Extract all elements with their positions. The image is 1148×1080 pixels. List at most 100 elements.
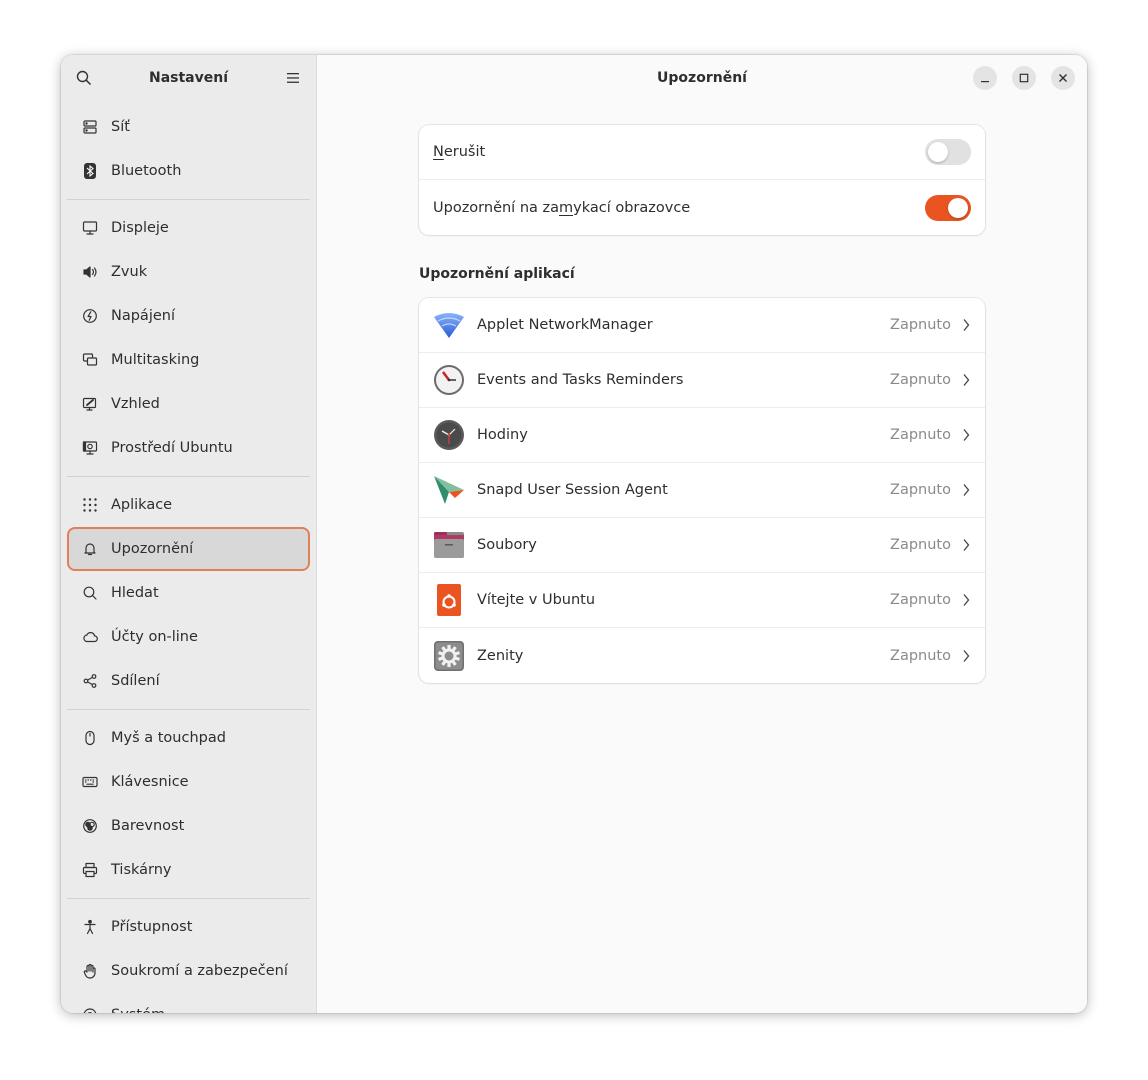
sidebar-item-label: Hledat [111, 585, 159, 601]
app-name: Soubory [477, 537, 537, 553]
app-status: Zapnuto [890, 317, 951, 333]
ubuntu-desktop-icon [82, 440, 98, 456]
network-icon [82, 119, 98, 135]
printer-icon [82, 862, 98, 878]
sidebar-separator [67, 199, 310, 200]
sidebar-item-label: Tiskárny [111, 862, 172, 878]
sidebar-item-cloud[interactable]: Účty on-line [67, 615, 310, 659]
hamburger-menu-icon[interactable] [284, 69, 302, 87]
app-name: Vítejte v Ubuntu [477, 592, 596, 608]
sidebar-item-label: Sdílení [111, 673, 160, 689]
sidebar-item-display[interactable]: Displeje [67, 206, 310, 250]
bluetooth-icon [82, 163, 98, 179]
chevron-right-icon [961, 428, 971, 442]
keyboard-icon [82, 774, 98, 790]
hand-icon [82, 963, 98, 979]
dnd-row[interactable]: Nerušit [419, 125, 985, 180]
speaker-icon [82, 264, 98, 280]
zenity-gear-icon [433, 640, 465, 672]
sidebar-item-speaker[interactable]: Zvuk [67, 250, 310, 294]
app-name: Applet NetworkManager [477, 317, 653, 333]
appearance-icon [82, 396, 98, 412]
share-icon [82, 673, 98, 689]
sidebar-separator [67, 476, 310, 477]
sidebar-item-multitasking[interactable]: Multitasking [67, 338, 310, 382]
sidebar-separator [67, 709, 310, 710]
snapd-icon [433, 474, 465, 506]
app-notification-row[interactable]: Events and Tasks Reminders Zapnuto [419, 353, 985, 408]
page-title: Upozornění [657, 70, 747, 86]
sidebar-item-hand[interactable]: Soukromí a zabezpečení [67, 949, 310, 993]
maximize-button[interactable] [1012, 66, 1036, 90]
app-status: Zapnuto [890, 592, 951, 608]
toggles-panel: Nerušit Upozornění na zamykací obrazovce [419, 125, 985, 235]
minimize-icon [981, 81, 989, 83]
ubuntu-welcome-icon [433, 584, 465, 616]
chevron-right-icon [961, 649, 971, 663]
app-notifications-heading: Upozornění aplikací [419, 266, 575, 282]
sidebar-header: Nastavení [61, 55, 316, 101]
sidebar-item-search[interactable]: Hledat [67, 571, 310, 615]
sidebar-item-bell[interactable]: Upozornění [67, 527, 310, 571]
sidebar-item-ubuntu-desktop[interactable]: Prostředí Ubuntu [67, 426, 310, 470]
sidebar-item-keyboard[interactable]: Klávesnice [67, 760, 310, 804]
sidebar-item-label: Přístupnost [111, 919, 193, 935]
app-notification-row[interactable]: Vítejte v Ubuntu Zapnuto [419, 573, 985, 628]
sidebar-item-power[interactable]: Napájení [67, 294, 310, 338]
chevron-right-icon [961, 373, 971, 387]
app-notification-row[interactable]: Zenity Zapnuto [419, 628, 985, 683]
sidebar-item-apps-grid[interactable]: Aplikace [67, 483, 310, 527]
sidebar-separator [67, 898, 310, 899]
minimize-button[interactable] [973, 66, 997, 90]
sidebar-item-label: Upozornění [111, 541, 194, 557]
sidebar-item-bluetooth[interactable]: Bluetooth [67, 149, 310, 193]
app-status: Zapnuto [890, 427, 951, 443]
dnd-switch[interactable] [925, 139, 971, 165]
sidebar-item-accessibility[interactable]: Přístupnost [67, 905, 310, 949]
app-notification-row[interactable]: Hodiny Zapnuto [419, 408, 985, 463]
sidebar-item-label: Multitasking [111, 352, 200, 368]
sidebar-item-label: Vzhled [111, 396, 160, 412]
system-icon [82, 1007, 98, 1013]
sidebar-item-printer[interactable]: Tiskárny [67, 848, 310, 892]
sidebar-item-label: Síť [111, 119, 130, 135]
sidebar-item-color[interactable]: Barevnost [67, 804, 310, 848]
maximize-icon [1019, 73, 1029, 83]
sidebar-item-label: Displeje [111, 220, 169, 236]
sidebar-item-system[interactable]: Systém [67, 993, 310, 1013]
sidebar-item-appearance[interactable]: Vzhled [67, 382, 310, 426]
window-controls [973, 66, 1075, 90]
chevron-right-icon [961, 318, 971, 332]
cloud-icon [82, 629, 98, 645]
lock-screen-notifications-label: Upozornění na zamykací obrazovce [433, 199, 691, 216]
lock-screen-notifications-row[interactable]: Upozornění na zamykací obrazovce [419, 180, 985, 235]
sidebar-item-network[interactable]: Síť [67, 105, 310, 149]
sidebar-item-label: Zvuk [111, 264, 148, 280]
app-status: Zapnuto [890, 647, 951, 664]
files-icon [433, 529, 465, 561]
sidebar-item-label: Napájení [111, 308, 175, 324]
sidebar-item-label: Klávesnice [111, 774, 189, 790]
display-icon [82, 220, 98, 236]
sidebar: Nastavení Síť Bluetooth Displeje Zvuk Napáje… [61, 55, 317, 1013]
app-notification-row[interactable]: Soubory Zapnuto [419, 518, 985, 573]
sidebar-item-label: Prostředí Ubuntu [111, 440, 233, 456]
sidebar-item-label: Barevnost [111, 818, 185, 834]
accessibility-icon [82, 919, 98, 935]
mouse-icon [82, 730, 98, 746]
bell-icon [82, 541, 98, 557]
chevron-right-icon [961, 593, 971, 607]
close-button[interactable] [1051, 66, 1075, 90]
sidebar-item-mouse[interactable]: Myš a touchpad [67, 716, 310, 760]
sidebar-item-share[interactable]: Sdílení [67, 659, 310, 703]
main-content: Upozornění Nerušit Upozornění na zamykac… [317, 55, 1087, 1013]
settings-window: Nastavení Síť Bluetooth Displeje Zvuk Napáje… [61, 55, 1087, 1013]
power-icon [82, 308, 98, 324]
network-manager-icon [433, 309, 465, 341]
search-icon [82, 585, 98, 601]
app-name: Zenity [477, 647, 524, 664]
app-notification-row[interactable]: Applet NetworkManager Zapnuto [419, 298, 985, 353]
lock-screen-notifications-switch[interactable] [925, 194, 971, 221]
app-notification-row[interactable]: Snapd User Session Agent Zapnuto [419, 463, 985, 518]
search-icon[interactable] [75, 69, 93, 87]
